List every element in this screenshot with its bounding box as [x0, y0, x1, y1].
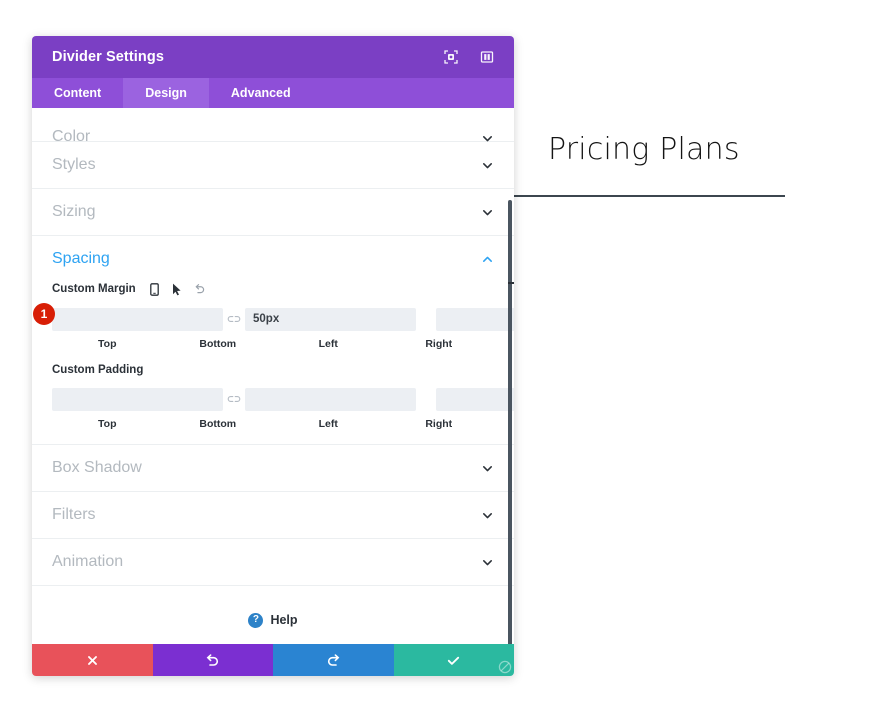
undo-button[interactable] — [152, 644, 273, 676]
section-styles[interactable]: Styles — [32, 142, 514, 189]
tab-advanced[interactable]: Advanced — [209, 78, 313, 108]
link-chain-icon[interactable] — [223, 394, 245, 404]
section-sizing-label: Sizing — [52, 203, 96, 220]
padding-top-label: Top — [98, 418, 117, 430]
cancel-button[interactable] — [32, 644, 153, 676]
custom-margin-icon-group — [148, 282, 207, 296]
help-row[interactable]: ? Help — [32, 586, 514, 644]
custom-margin-field-labels: Top Bottom Left Right — [52, 338, 494, 350]
section-spacing-label: Spacing — [52, 250, 110, 267]
section-box-shadow-label: Box Shadow — [52, 459, 142, 476]
margin-bottom-input[interactable] — [245, 307, 416, 331]
tab-design[interactable]: Design — [123, 78, 209, 108]
modal-scroll-body: Color Styles Sizing Spacing Custom Margi… — [32, 108, 514, 644]
custom-padding-label: Custom Padding — [52, 364, 144, 376]
redo-button[interactable] — [273, 644, 394, 676]
margin-right-label: Right — [425, 338, 453, 350]
mobile-device-icon[interactable] — [148, 282, 161, 296]
custom-padding-label-row: Custom Padding — [52, 364, 494, 376]
margin-vertical-pair — [52, 307, 416, 331]
settings-sections: Color Styles Sizing Spacing Custom Margi… — [32, 108, 514, 644]
tab-content[interactable]: Content — [32, 78, 123, 108]
modal-header: Divider Settings — [32, 36, 514, 78]
section-color[interactable]: Color — [32, 108, 514, 145]
section-sizing-header[interactable]: Sizing — [52, 189, 494, 235]
section-box-shadow[interactable]: Box Shadow — [32, 445, 514, 492]
cursor-pointer-icon[interactable] — [171, 282, 184, 296]
section-sizing[interactable]: Sizing — [32, 189, 514, 236]
custom-padding-fields — [52, 385, 514, 413]
save-button[interactable] — [393, 644, 514, 676]
link-chain-icon[interactable] — [223, 314, 245, 324]
chevron-down-icon[interactable] — [480, 131, 494, 145]
chevron-down-icon[interactable] — [480, 461, 494, 475]
section-filters-header[interactable]: Filters — [52, 492, 494, 538]
modal-tabs: Content Design Advanced — [32, 78, 514, 108]
padding-left-label: Left — [318, 418, 338, 430]
page-title: Pricing Plans — [548, 132, 740, 167]
modal-header-actions — [442, 48, 496, 66]
divider-settings-modal: Divider Settings Content Design Advanced… — [32, 36, 514, 676]
section-animation-label: Animation — [52, 553, 124, 570]
section-filters-label: Filters — [52, 506, 96, 523]
section-animation[interactable]: Animation — [32, 539, 514, 586]
section-color-label: Color — [52, 128, 91, 145]
custom-padding-field-labels: Top Bottom Left Right — [52, 418, 494, 430]
margin-top-input[interactable] — [52, 307, 223, 331]
help-label[interactable]: Help — [270, 613, 297, 627]
chevron-down-icon[interactable] — [480, 158, 494, 172]
modal-scrollbar[interactable] — [508, 200, 512, 644]
section-styles-label: Styles — [52, 156, 96, 173]
padding-bottom-label: Bottom — [199, 418, 237, 430]
padding-top-input[interactable] — [52, 387, 223, 411]
custom-margin-label: Custom Margin — [52, 283, 136, 295]
padding-left-input[interactable] — [436, 387, 514, 411]
margin-horizontal-pair — [436, 307, 514, 331]
chevron-down-icon[interactable] — [480, 555, 494, 569]
chevron-down-icon[interactable] — [480, 205, 494, 219]
margin-left-label: Left — [318, 338, 338, 350]
section-color-header[interactable]: Color — [52, 108, 494, 145]
margin-top-label: Top — [98, 338, 117, 350]
padding-horizontal-pair — [436, 387, 514, 411]
help-question-icon[interactable]: ? — [248, 612, 264, 628]
divider-module[interactable] — [512, 195, 785, 197]
section-animation-header[interactable]: Animation — [52, 539, 494, 585]
resize-handle-icon[interactable] — [497, 659, 513, 675]
margin-left-input[interactable] — [436, 307, 514, 331]
reset-undo-icon[interactable] — [194, 282, 207, 296]
padding-right-label: Right — [425, 418, 453, 430]
callout-number: 1 — [40, 307, 48, 321]
scrollbar-thumb-marker[interactable] — [508, 282, 514, 284]
spacing-controls: Custom Margin 50px Top Bottom Left Right… — [52, 282, 514, 444]
step-callout-badge: 1 — [33, 303, 55, 325]
section-styles-header[interactable]: Styles — [52, 142, 494, 188]
layout-columns-icon[interactable] — [478, 48, 496, 66]
chevron-up-icon[interactable] — [480, 252, 494, 266]
custom-padding-block: Custom Padding Top Bottom Left Right — [52, 364, 514, 430]
custom-margin-fields — [52, 305, 514, 333]
modal-footer — [32, 644, 514, 676]
section-spacing-header[interactable]: Spacing — [52, 236, 494, 282]
focus-target-icon[interactable] — [442, 48, 460, 66]
chevron-down-icon[interactable] — [480, 508, 494, 522]
custom-margin-label-row: Custom Margin — [52, 282, 494, 296]
section-box-shadow-header[interactable]: Box Shadow — [52, 445, 494, 491]
padding-bottom-input[interactable] — [245, 387, 416, 411]
section-filters[interactable]: Filters — [32, 492, 514, 539]
margin-bottom-label: Bottom — [199, 338, 237, 350]
modal-title: Divider Settings — [52, 49, 164, 65]
padding-vertical-pair — [52, 387, 416, 411]
section-spacing[interactable]: Spacing Custom Margin 50px Top Bottom Le… — [32, 236, 514, 445]
